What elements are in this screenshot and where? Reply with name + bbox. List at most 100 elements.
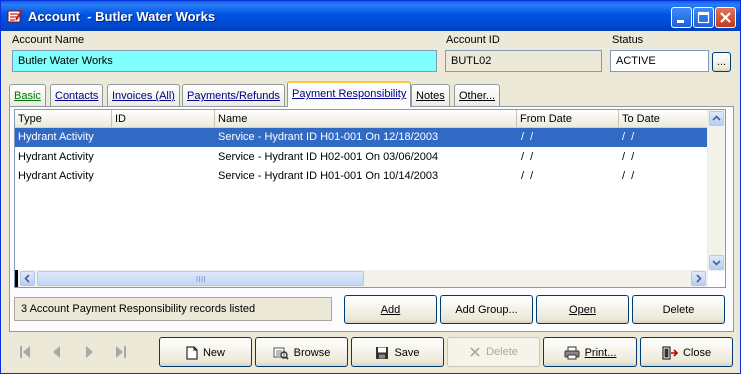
tab-contacts-label: Contacts xyxy=(55,90,99,102)
previous-record-icon xyxy=(53,346,60,358)
save-button-label: Save xyxy=(394,346,420,359)
add-button-label: Add xyxy=(380,304,401,316)
window-title: Account - Butler Water Works xyxy=(28,9,216,24)
horizontal-scroll-thumb[interactable] xyxy=(37,271,364,286)
new-button[interactable]: New xyxy=(159,337,252,367)
browse-button[interactable]: Browse xyxy=(255,337,348,367)
account-app-icon xyxy=(7,9,23,23)
last-record-button[interactable] xyxy=(105,338,137,366)
cell-from-date: / / xyxy=(521,151,534,163)
close-icon xyxy=(720,12,731,23)
first-record-button[interactable] xyxy=(9,338,41,366)
cell-type: Hydrant Activity xyxy=(18,170,94,182)
add-button[interactable]: Add xyxy=(344,295,437,324)
record-navigator xyxy=(9,338,137,366)
delete-record-button-label: Delete xyxy=(662,304,695,316)
cell-name: Service - Hydrant ID H02-001 On 03/06/20… xyxy=(218,151,439,163)
save-button[interactable]: Save xyxy=(351,337,444,367)
delete-record-button[interactable]: Delete xyxy=(632,295,725,324)
tab-other[interactable]: Other... xyxy=(454,84,501,106)
tab-invoices[interactable]: Invoices (All) xyxy=(107,84,180,106)
maximize-icon xyxy=(697,11,710,24)
maximize-button[interactable] xyxy=(693,7,714,28)
chevron-down-icon xyxy=(712,260,721,266)
first-record-icon xyxy=(20,346,30,358)
column-header-name[interactable]: Name xyxy=(215,110,517,127)
new-document-icon xyxy=(186,346,198,360)
table-row[interactable]: Hydrant Activity Service - Hydrant ID H0… xyxy=(15,148,708,167)
print-button-label: Print... xyxy=(584,346,617,359)
cell-type: Hydrant Activity xyxy=(18,131,94,143)
cell-to-date: / / xyxy=(622,170,635,182)
scroll-right-button[interactable] xyxy=(691,271,706,286)
column-header-id[interactable]: ID xyxy=(112,110,215,127)
tab-notes-label: Notes xyxy=(416,90,445,102)
save-disk-icon xyxy=(376,347,389,359)
responsibility-grid[interactable]: Type ID Name From Date To Date Hydrant A… xyxy=(14,109,726,288)
grip-icon xyxy=(196,276,205,282)
browse-icon xyxy=(273,347,289,360)
title-bar[interactable]: Account - Butler Water Works xyxy=(1,1,740,31)
close-button[interactable]: Close xyxy=(640,337,733,367)
add-group-button[interactable]: Add Group... xyxy=(440,295,533,324)
minimize-icon xyxy=(677,20,684,23)
close-button-label: Close xyxy=(682,346,712,359)
chevron-right-icon xyxy=(696,274,702,283)
tab-payment-responsibility[interactable]: Payment Responsibility xyxy=(287,81,412,107)
next-record-button[interactable] xyxy=(73,338,105,366)
tab-contacts[interactable]: Contacts xyxy=(50,84,104,106)
open-button[interactable]: Open xyxy=(536,295,629,324)
account-name-field[interactable]: Butler Water Works xyxy=(12,50,437,72)
column-header-to-date[interactable]: To Date xyxy=(619,110,710,127)
cell-name: Service - Hydrant ID H01-001 On 12/18/20… xyxy=(218,131,439,143)
scroll-left-button[interactable] xyxy=(20,271,35,286)
grid-header: Type ID Name From Date To Date xyxy=(15,110,710,128)
next-record-icon xyxy=(86,346,93,358)
delete-button-label: Delete xyxy=(486,346,518,358)
new-button-label: New xyxy=(202,346,225,359)
exit-door-icon xyxy=(662,346,678,360)
add-group-button-label: Add Group... xyxy=(455,304,518,316)
scroll-down-button[interactable] xyxy=(709,255,724,270)
cell-to-date: / / xyxy=(622,131,635,143)
account-name-label: Account Name xyxy=(12,34,85,46)
chevron-up-icon xyxy=(712,115,721,121)
print-button[interactable]: Print... xyxy=(543,337,637,367)
tab-invoices-label: Invoices (All) xyxy=(112,90,175,102)
chevron-left-icon xyxy=(24,274,30,283)
close-window-button[interactable] xyxy=(715,7,736,28)
status-lookup-button[interactable]: ... xyxy=(712,52,731,72)
tab-notes[interactable]: Notes xyxy=(411,84,450,106)
previous-record-button[interactable] xyxy=(41,338,73,366)
status-field[interactable]: ACTIVE xyxy=(610,50,709,72)
cell-to-date: / / xyxy=(622,151,635,163)
cell-from-date: / / xyxy=(521,170,534,182)
column-header-type[interactable]: Type xyxy=(15,110,112,127)
scroll-up-button[interactable] xyxy=(709,111,724,126)
horizontal-scrollbar[interactable] xyxy=(15,270,708,287)
table-row[interactable]: Hydrant Activity Service - Hydrant ID H0… xyxy=(15,128,708,147)
scrollbar-edge xyxy=(15,270,18,287)
table-row[interactable]: Hydrant Activity Service - Hydrant ID H0… xyxy=(15,167,708,186)
minimize-button[interactable] xyxy=(671,7,692,28)
tab-payments-refunds-label: Payments/Refunds xyxy=(187,90,280,102)
account-id-label: Account ID xyxy=(446,34,500,46)
tab-other-label: Other... xyxy=(459,90,496,102)
account-window: Account - Butler Water Works Account Nam… xyxy=(0,0,741,374)
cell-from-date: / / xyxy=(521,131,534,143)
tab-payments-refunds[interactable]: Payments/Refunds xyxy=(182,84,285,106)
browse-button-label: Browse xyxy=(293,346,331,359)
tab-basic-label: Basic xyxy=(14,90,41,102)
tab-basic[interactable]: Basic xyxy=(9,84,46,106)
last-record-icon xyxy=(116,346,126,358)
tab-payment-responsibility-label: Payment Responsibility xyxy=(292,88,407,100)
vertical-scrollbar[interactable] xyxy=(707,110,725,271)
cell-name: Service - Hydrant ID H01-001 On 10/14/20… xyxy=(218,170,439,182)
account-id-field: BUTL02 xyxy=(445,50,602,72)
open-button-label: Open xyxy=(569,304,596,316)
delete-x-icon xyxy=(470,347,480,357)
records-status: 3 Account Payment Responsibility records… xyxy=(14,297,332,321)
status-label: Status xyxy=(612,34,644,46)
column-header-from-date[interactable]: From Date xyxy=(517,110,619,127)
delete-button[interactable]: Delete xyxy=(447,337,540,367)
